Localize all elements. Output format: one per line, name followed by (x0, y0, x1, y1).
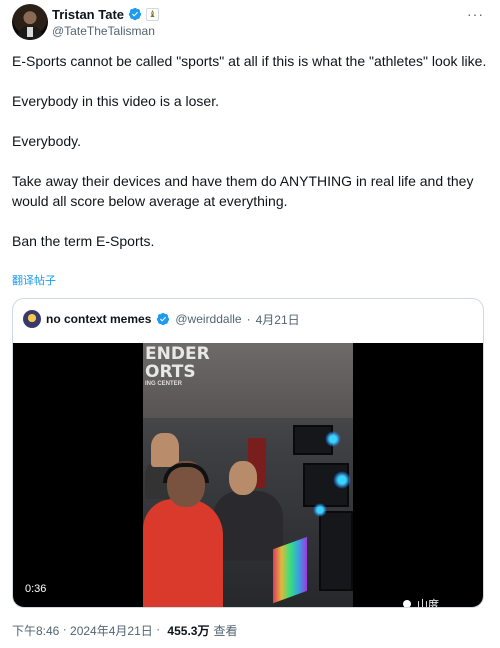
quoted-tweet-header: no context memes @weirddalle · 4月21日 (23, 310, 300, 328)
verified-badge-icon (128, 7, 142, 21)
author-name-row: Tristan Tate ♝ (52, 5, 160, 23)
affiliate-badge-icon[interactable]: ♝ (146, 7, 160, 21)
avatar-shirt (27, 27, 33, 37)
monitor (319, 511, 353, 591)
tweet-header: Tristan Tate ♝ @TateTheTalisman ··· (12, 4, 488, 44)
watermark-dot-icon (403, 600, 411, 607)
quoted-author-handle[interactable]: @weirddalle (175, 312, 241, 326)
separator-dot: · (59, 622, 71, 636)
tweet-text: E-Sports cannot be called "sports" at al… (12, 51, 488, 251)
video-frame: ENDER ORTS ING CENTER (143, 343, 353, 607)
person-background-head (151, 433, 179, 467)
tweet-meta: 下午8:46 · 2024年4月21日 · 455.3万 查看 (12, 622, 237, 639)
person-foreground (143, 499, 223, 607)
rgb-light (313, 503, 327, 517)
author-handle[interactable]: @TateTheTalisman (52, 24, 155, 38)
rgb-light (325, 431, 341, 447)
quoted-tweet-date[interactable]: 4月21日 (256, 311, 300, 328)
wall-sign-subtext: ING CENTER (145, 381, 183, 387)
person-middle-head (229, 461, 257, 495)
tweet-paragraph: Everybody. (12, 133, 81, 149)
verified-badge-icon (157, 312, 170, 326)
separator-dot: · (152, 622, 164, 636)
rgb-keyboard (273, 536, 307, 604)
author-display-name[interactable]: Tristan Tate (52, 7, 124, 22)
video-player[interactable]: ENDER ORTS ING CENTER 0:36 山度 (13, 343, 483, 607)
more-options-icon[interactable]: ··· (467, 6, 484, 22)
tweet-paragraph: Everybody in this video is a loser. (12, 93, 219, 109)
rgb-light (333, 471, 351, 489)
view-count: 455.3万 (167, 624, 210, 638)
author-avatar[interactable] (12, 4, 48, 40)
tweet-time[interactable]: 下午8:46 (12, 622, 59, 639)
wall-sign-text: ENDER ORTS (145, 344, 210, 382)
quoted-author-avatar[interactable] (23, 310, 41, 328)
quoted-author-name[interactable]: no context memes (46, 312, 151, 326)
tweet-paragraph: E-Sports cannot be called "sports" at al… (12, 53, 487, 69)
quoted-tweet-card[interactable]: no context memes @weirddalle · 4月21日 END… (12, 298, 484, 608)
tweet-paragraph: Ban the term E-Sports. (12, 233, 155, 249)
video-watermark: 山度 (403, 596, 439, 607)
tweet-paragraph: Take away their devices and have them do… (12, 173, 474, 209)
translate-post-link[interactable]: 翻译帖子 (12, 272, 56, 288)
video-duration: 0:36 (25, 583, 47, 595)
watermark-text: 山度 (417, 599, 439, 607)
tweet-date[interactable]: 2024年4月21日 (70, 622, 153, 639)
view-label: 查看 (213, 624, 238, 638)
separator-dot: · (246, 312, 251, 326)
